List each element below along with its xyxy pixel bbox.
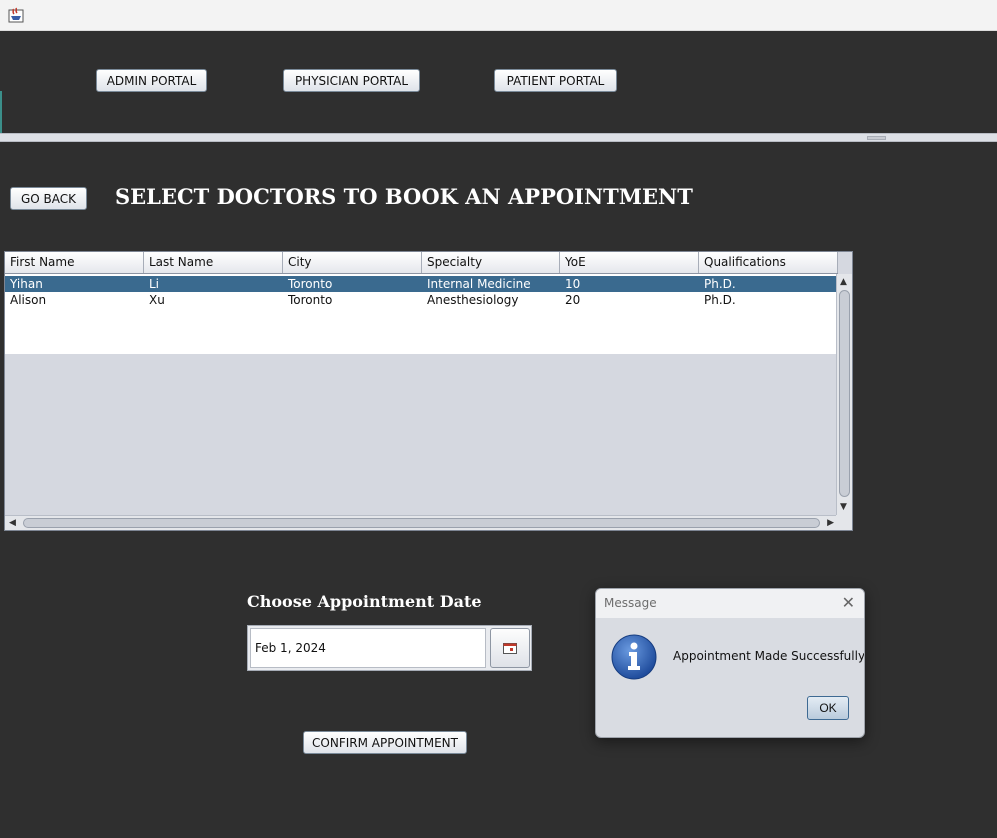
cell-specialty: Anesthesiology bbox=[427, 293, 519, 307]
page-title: SELECT DOCTORS TO BOOK AN APPOINTMENT bbox=[115, 184, 693, 209]
dialog-message: Appointment Made Successfully! bbox=[673, 649, 865, 663]
column-header-city[interactable]: City bbox=[283, 252, 422, 273]
date-label: Choose Appointment Date bbox=[247, 592, 482, 611]
column-header-specialty[interactable]: Specialty bbox=[422, 252, 560, 273]
portal-panel: ADMIN PORTAL PHYSICIAN PORTAL PATIENT PO… bbox=[0, 31, 997, 141]
confirm-appointment-button[interactable]: CONFIRM APPOINTMENT bbox=[303, 731, 467, 754]
scroll-left-icon[interactable]: ◀ bbox=[9, 517, 16, 529]
column-header-qualifications[interactable]: Qualifications bbox=[699, 252, 838, 273]
scroll-up-icon[interactable]: ▲ bbox=[840, 276, 847, 288]
cell-last-name: Li bbox=[149, 277, 160, 291]
split-pane-divider[interactable] bbox=[0, 133, 997, 142]
table-row[interactable]: Yihan Li Toronto Internal Medicine 10 Ph… bbox=[5, 276, 838, 292]
message-dialog: Message ✕ Appointment Made Successfully!… bbox=[595, 588, 865, 738]
patient-portal-button[interactable]: PATIENT PORTAL bbox=[494, 69, 617, 92]
scroll-right-icon[interactable]: ▶ bbox=[827, 517, 834, 529]
cell-specialty: Internal Medicine bbox=[427, 277, 531, 291]
table-body: Yihan Li Toronto Internal Medicine 10 Ph… bbox=[5, 274, 838, 354]
physician-portal-button[interactable]: PHYSICIAN PORTAL bbox=[283, 69, 420, 92]
column-header-last-name[interactable]: Last Name bbox=[144, 252, 283, 273]
cell-yoe: 20 bbox=[565, 293, 581, 307]
doctors-table: First Name Last Name City Specialty YoE … bbox=[4, 251, 853, 531]
go-back-button[interactable]: GO BACK bbox=[10, 187, 87, 210]
cell-last-name: Xu bbox=[149, 293, 165, 307]
calendar-icon bbox=[503, 643, 517, 654]
cell-city: Toronto bbox=[288, 293, 333, 307]
ok-button[interactable]: OK bbox=[807, 696, 849, 720]
date-picker-button[interactable] bbox=[490, 628, 530, 668]
dialog-titlebar: Message ✕ bbox=[596, 589, 864, 618]
table-header: First Name Last Name City Specialty YoE … bbox=[5, 252, 838, 274]
scroll-corner bbox=[836, 515, 852, 530]
window-titlebar bbox=[0, 0, 997, 31]
column-header-first-name[interactable]: First Name bbox=[5, 252, 144, 273]
column-header-yoe[interactable]: YoE bbox=[560, 252, 699, 273]
cell-first-name: Alison bbox=[10, 293, 47, 307]
dialog-title: Message bbox=[604, 596, 657, 610]
divider-grip[interactable] bbox=[867, 136, 886, 140]
admin-portal-button[interactable]: ADMIN PORTAL bbox=[96, 69, 207, 92]
vertical-scrollbar[interactable]: ▲ ▼ bbox=[836, 274, 852, 515]
cell-qualifications: Ph.D. bbox=[704, 293, 736, 307]
horizontal-scrollbar[interactable]: ◀ ▶ bbox=[5, 515, 838, 530]
cell-yoe: 10 bbox=[565, 277, 581, 291]
vertical-scroll-thumb[interactable] bbox=[839, 290, 850, 497]
table-row[interactable]: Alison Xu Toronto Anesthesiology 20 Ph.D… bbox=[5, 292, 838, 308]
date-chooser bbox=[247, 625, 532, 671]
date-field[interactable] bbox=[250, 628, 486, 668]
cell-city: Toronto bbox=[288, 277, 333, 291]
info-icon bbox=[611, 634, 657, 680]
scroll-down-icon[interactable]: ▼ bbox=[840, 501, 847, 513]
horizontal-scroll-thumb[interactable] bbox=[23, 518, 820, 528]
cell-first-name: Yihan bbox=[10, 277, 43, 291]
close-icon[interactable]: ✕ bbox=[842, 593, 855, 612]
cell-qualifications: Ph.D. bbox=[704, 277, 736, 291]
java-app-icon bbox=[8, 7, 24, 23]
